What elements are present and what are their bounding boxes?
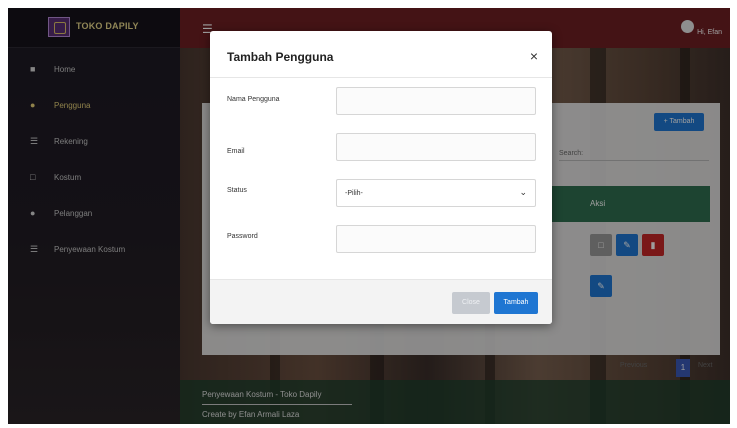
close-button[interactable]: Close bbox=[452, 292, 490, 314]
modal-divider bbox=[210, 77, 552, 78]
nama-pengguna-input[interactable] bbox=[336, 87, 536, 115]
status-selected-value: -Pilih- bbox=[345, 190, 363, 197]
nama-pengguna-label: Nama Pengguna bbox=[227, 96, 280, 103]
password-input[interactable] bbox=[336, 225, 536, 253]
status-label: Status bbox=[227, 187, 247, 194]
close-icon[interactable]: × bbox=[530, 48, 538, 64]
add-user-modal: Tambah Pengguna × Nama Pengguna Email St… bbox=[210, 31, 552, 324]
email-label: Email bbox=[227, 148, 245, 155]
status-select[interactable]: -Pilih- ⌄ bbox=[336, 179, 536, 207]
modal-footer: Close Tambah bbox=[210, 279, 552, 324]
save-button[interactable]: Tambah bbox=[494, 292, 538, 314]
chevron-down-icon: ⌄ bbox=[519, 187, 527, 197]
email-input[interactable] bbox=[336, 133, 536, 161]
app-window: TOKO DAPILY ■ Home ● Pengguna ☰ Rekening… bbox=[8, 8, 730, 424]
modal-title: Tambah Pengguna bbox=[227, 50, 334, 64]
password-label: Password bbox=[227, 233, 258, 240]
